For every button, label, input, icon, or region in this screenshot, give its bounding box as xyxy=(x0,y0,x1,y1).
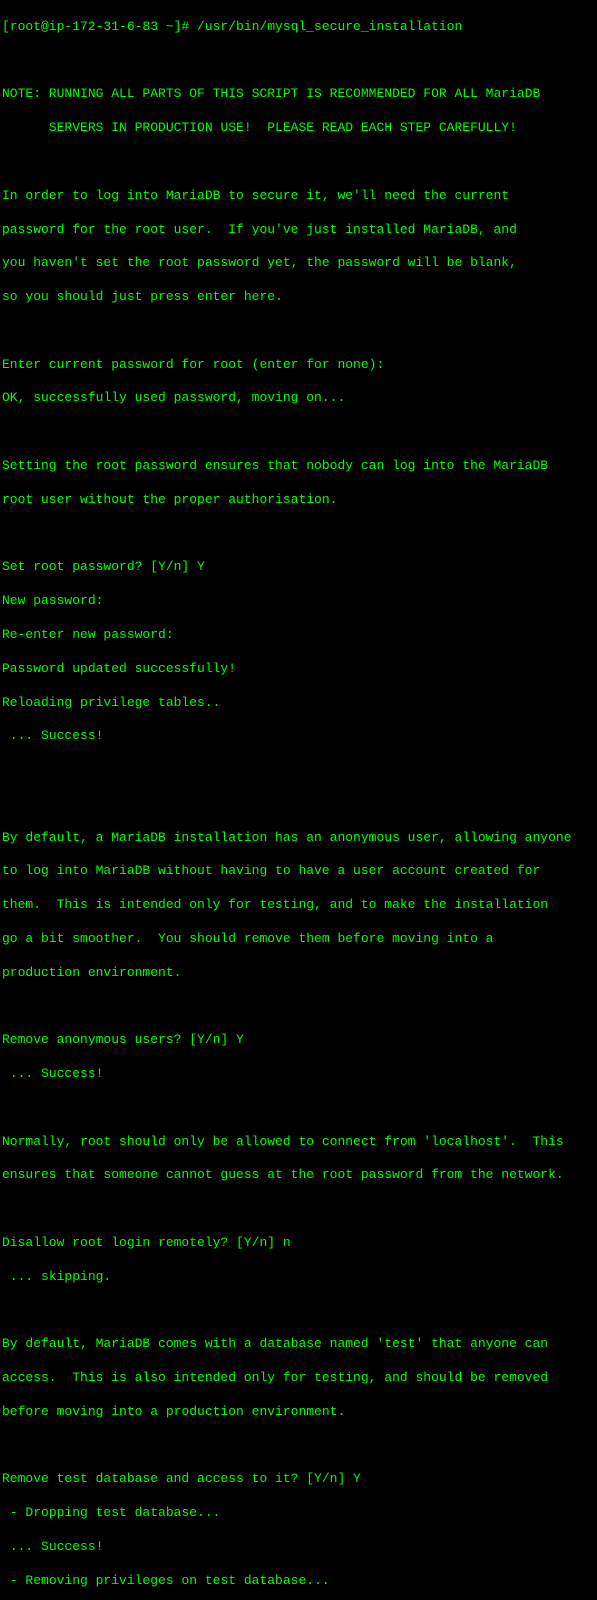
success-line: ... Success! xyxy=(2,1066,595,1083)
blank-line xyxy=(2,999,595,1016)
blank-line xyxy=(2,1201,595,1218)
intro-line: password for the root user. If you've ju… xyxy=(2,222,595,239)
intro-line: you haven't set the root password yet, t… xyxy=(2,255,595,272)
blank-line xyxy=(2,53,595,70)
info-line: Normally, root should only be allowed to… xyxy=(2,1134,595,1151)
prompt-line[interactable]: [root@ip-172-31-6-83 ~]# /usr/bin/mysql_… xyxy=(2,19,595,36)
info-line: Setting the root password ensures that n… xyxy=(2,458,595,475)
blank-line xyxy=(2,154,595,171)
prompt-input[interactable]: Enter current password for root (enter f… xyxy=(2,357,595,374)
info-line: ensures that someone cannot guess at the… xyxy=(2,1167,595,1184)
blank-line xyxy=(2,796,595,813)
note-line: NOTE: RUNNING ALL PARTS OF THIS SCRIPT I… xyxy=(2,86,595,103)
prompt-input[interactable]: Remove test database and access to it? [… xyxy=(2,1471,595,1488)
status-line: - Removing privileges on test database..… xyxy=(2,1573,595,1590)
info-line: to log into MariaDB without having to ha… xyxy=(2,863,595,880)
prompt-input[interactable]: Set root password? [Y/n] Y xyxy=(2,559,595,576)
intro-line: In order to log into MariaDB to secure i… xyxy=(2,188,595,205)
prompt-input[interactable]: Remove anonymous users? [Y/n] Y xyxy=(2,1032,595,1049)
intro-line: so you should just press enter here. xyxy=(2,289,595,306)
info-line: By default, a MariaDB installation has a… xyxy=(2,830,595,847)
info-line: root user without the proper authorisati… xyxy=(2,492,595,509)
blank-line xyxy=(2,323,595,340)
prompt-input[interactable]: Re-enter new password: xyxy=(2,627,595,644)
blank-line xyxy=(2,424,595,441)
terminal-output: [root@ip-172-31-6-83 ~]# /usr/bin/mysql_… xyxy=(2,2,595,1600)
info-line: them. This is intended only for testing,… xyxy=(2,897,595,914)
status-line: - Dropping test database... xyxy=(2,1505,595,1522)
blank-line xyxy=(2,1100,595,1117)
status-line: Reloading privilege tables.. xyxy=(2,695,595,712)
info-line: By default, MariaDB comes with a databas… xyxy=(2,1336,595,1353)
info-line: access. This is also intended only for t… xyxy=(2,1370,595,1387)
blank-line xyxy=(2,526,595,543)
note-line: SERVERS IN PRODUCTION USE! PLEASE READ E… xyxy=(2,120,595,137)
blank-line xyxy=(2,1303,595,1320)
blank-line xyxy=(2,1438,595,1455)
prompt-input[interactable]: Disallow root login remotely? [Y/n] n xyxy=(2,1235,595,1252)
info-line: before moving into a production environm… xyxy=(2,1404,595,1421)
success-line: ... Success! xyxy=(2,1539,595,1556)
success-line: ... Success! xyxy=(2,728,595,745)
prompt-input[interactable]: New password: xyxy=(2,593,595,610)
status-line: Password updated successfully! xyxy=(2,661,595,678)
blank-line xyxy=(2,762,595,779)
status-line: ... skipping. xyxy=(2,1269,595,1286)
info-line: production environment. xyxy=(2,965,595,982)
status-line: OK, successfully used password, moving o… xyxy=(2,390,595,407)
info-line: go a bit smoother. You should remove the… xyxy=(2,931,595,948)
